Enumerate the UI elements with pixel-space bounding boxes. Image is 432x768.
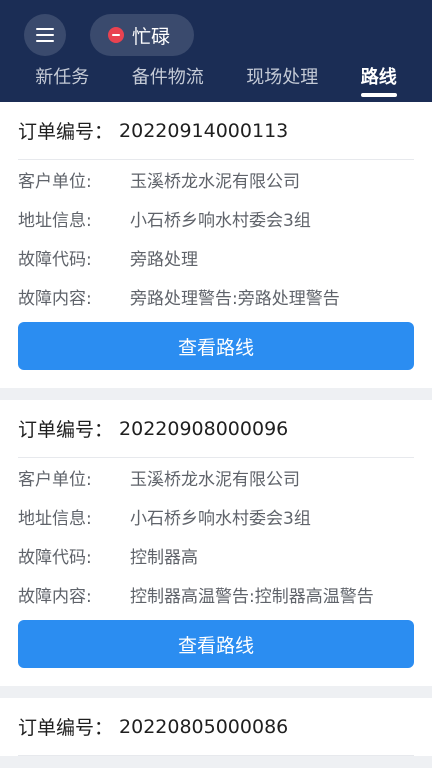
tab-parts-logistics[interactable]: 备件物流	[132, 63, 204, 95]
address-label: 地址信息:	[18, 211, 92, 231]
order-number-row: 订单编号： 20220908000096	[18, 400, 414, 458]
address-value: 小石桥乡响水村委会3组	[130, 509, 311, 529]
fault-code-label: 故障代码:	[18, 250, 92, 270]
order-number-row: 订单编号： 20220914000113	[18, 102, 414, 160]
address-row: 地址信息: 小石桥乡响水村委会3组	[18, 497, 414, 536]
customer-value: 玉溪桥龙水泥有限公司	[130, 470, 300, 490]
tab-bar: 新任务 备件物流 现场处理 路线	[0, 56, 432, 102]
status-label: 忙碌	[132, 25, 171, 48]
order-number-value: 20220914000113	[119, 119, 289, 142]
hamburger-menu-icon	[36, 28, 54, 42]
fault-content-row: 故障内容: 控制器高温警告:控制器高温警告	[18, 575, 414, 614]
order-number-label: 订单编号：	[18, 717, 114, 739]
fault-code-row: 故障代码: 旁路处理	[18, 238, 414, 277]
busy-status-icon	[108, 27, 124, 43]
tab-route[interactable]: 路线	[360, 63, 397, 97]
fault-code-row: 故障代码: 控制器高	[18, 536, 414, 575]
fault-code-value: 旁路处理	[130, 250, 198, 270]
customer-label: 客户单位:	[18, 172, 92, 192]
fault-content-value: 旁路处理警告:旁路处理警告	[130, 289, 340, 309]
customer-row: 客户单位: 玉溪桥龙水泥有限公司	[18, 160, 414, 199]
tab-new-task[interactable]: 新任务	[35, 63, 89, 95]
customer-label: 客户单位:	[18, 470, 92, 490]
customer-row: 客户单位: 玉溪桥龙水泥有限公司	[18, 458, 414, 497]
address-value: 小石桥乡响水村委会3组	[130, 211, 311, 231]
menu-button[interactable]	[24, 14, 66, 56]
fault-content-value: 控制器高温警告:控制器高温警告	[130, 587, 374, 607]
address-label: 地址信息:	[18, 509, 92, 529]
view-route-button[interactable]: 查看路线	[18, 620, 414, 668]
address-row: 地址信息: 小石桥乡响水村委会3组	[18, 199, 414, 238]
order-number-value: 20220805000086	[119, 715, 289, 738]
order-number-value: 20220908000096	[119, 417, 289, 440]
fault-content-label: 故障内容:	[18, 587, 92, 607]
status-toggle[interactable]: 忙碌	[90, 14, 195, 56]
fault-code-value: 控制器高	[130, 548, 198, 568]
order-number-label: 订单编号：	[18, 419, 114, 441]
customer-value: 玉溪桥龙水泥有限公司	[130, 172, 300, 192]
app-header: 忙碌 新任务 备件物流 现场处理 路线	[0, 0, 432, 102]
order-number-row: 订单编号： 20220805000086	[18, 698, 414, 756]
fault-content-label: 故障内容:	[18, 289, 92, 309]
order-list[interactable]: 订单编号： 20220914000113 客户单位: 玉溪桥龙水泥有限公司 地址…	[0, 102, 432, 768]
tab-onsite-processing[interactable]: 现场处理	[246, 63, 318, 95]
order-card: 订单编号： 20220805000086	[0, 698, 432, 756]
order-card: 订单编号： 20220908000096 客户单位: 玉溪桥龙水泥有限公司 地址…	[0, 400, 432, 686]
fault-code-label: 故障代码:	[18, 548, 92, 568]
fault-content-row: 故障内容: 旁路处理警告:旁路处理警告	[18, 277, 414, 316]
view-route-button[interactable]: 查看路线	[18, 322, 414, 370]
order-card: 订单编号： 20220914000113 客户单位: 玉溪桥龙水泥有限公司 地址…	[0, 102, 432, 388]
top-bar: 忙碌	[0, 14, 432, 56]
order-number-label: 订单编号：	[18, 121, 114, 143]
